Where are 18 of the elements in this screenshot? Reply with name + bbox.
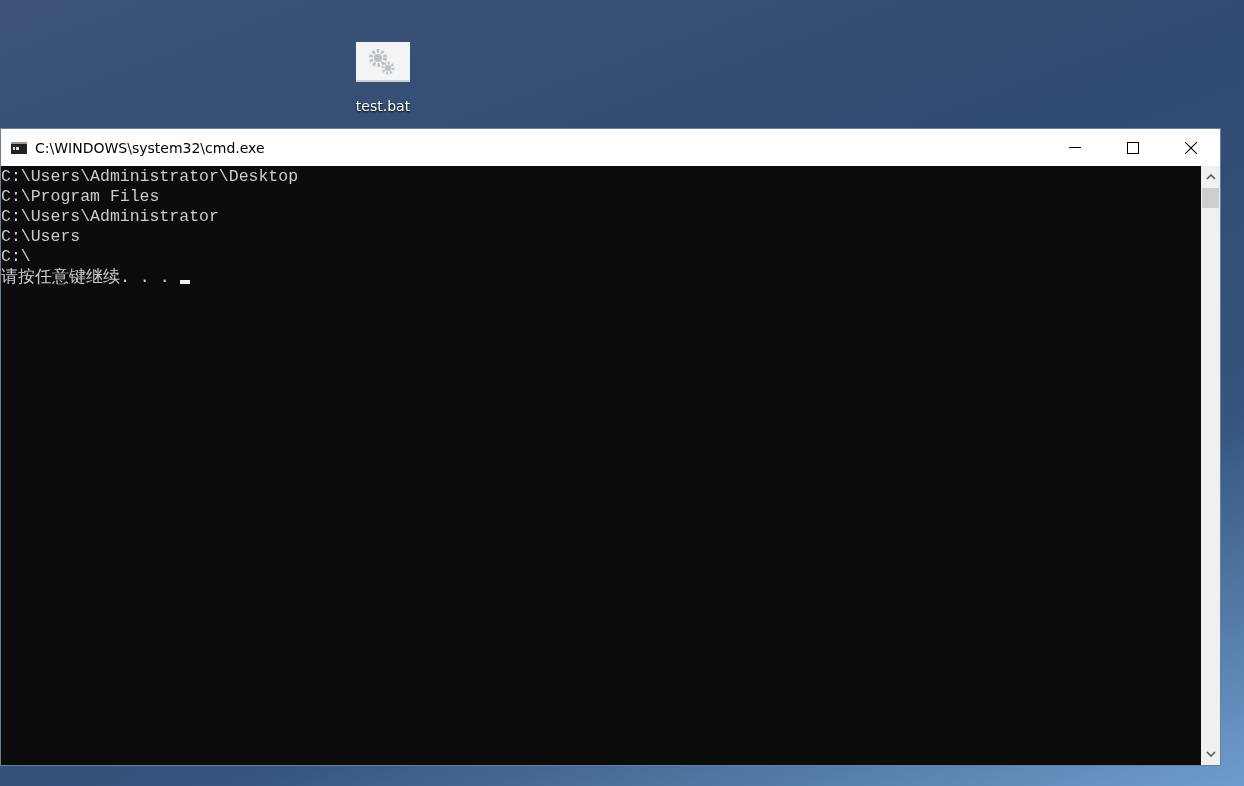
scroll-up-icon[interactable]	[1205, 174, 1216, 180]
maximize-icon	[1127, 141, 1139, 154]
minimize-icon	[1069, 147, 1081, 148]
gears-file-icon[interactable]	[356, 42, 410, 82]
close-icon	[1185, 141, 1197, 154]
scroll-thumb[interactable]	[1202, 188, 1219, 208]
console-icon	[11, 141, 27, 154]
scrollbar[interactable]	[1201, 166, 1220, 765]
console-line: C:\Users\Administrator	[1, 207, 220, 227]
file-name[interactable]: test.bat	[355, 98, 411, 114]
console-line: C:\	[1, 247, 32, 267]
window-title: C:\WINDOWS\system32\cmd.exe	[35, 139, 266, 156]
console-prompt: 请按任意键继续. . .	[1, 267, 171, 287]
text-cursor	[179, 280, 190, 284]
console-line: C:\Program Files	[1, 187, 161, 207]
scroll-down-icon[interactable]	[1205, 751, 1216, 757]
console-line: C:\Users\Administrator\Desktop	[1, 167, 300, 187]
console-line: C:\Users	[1, 227, 82, 247]
